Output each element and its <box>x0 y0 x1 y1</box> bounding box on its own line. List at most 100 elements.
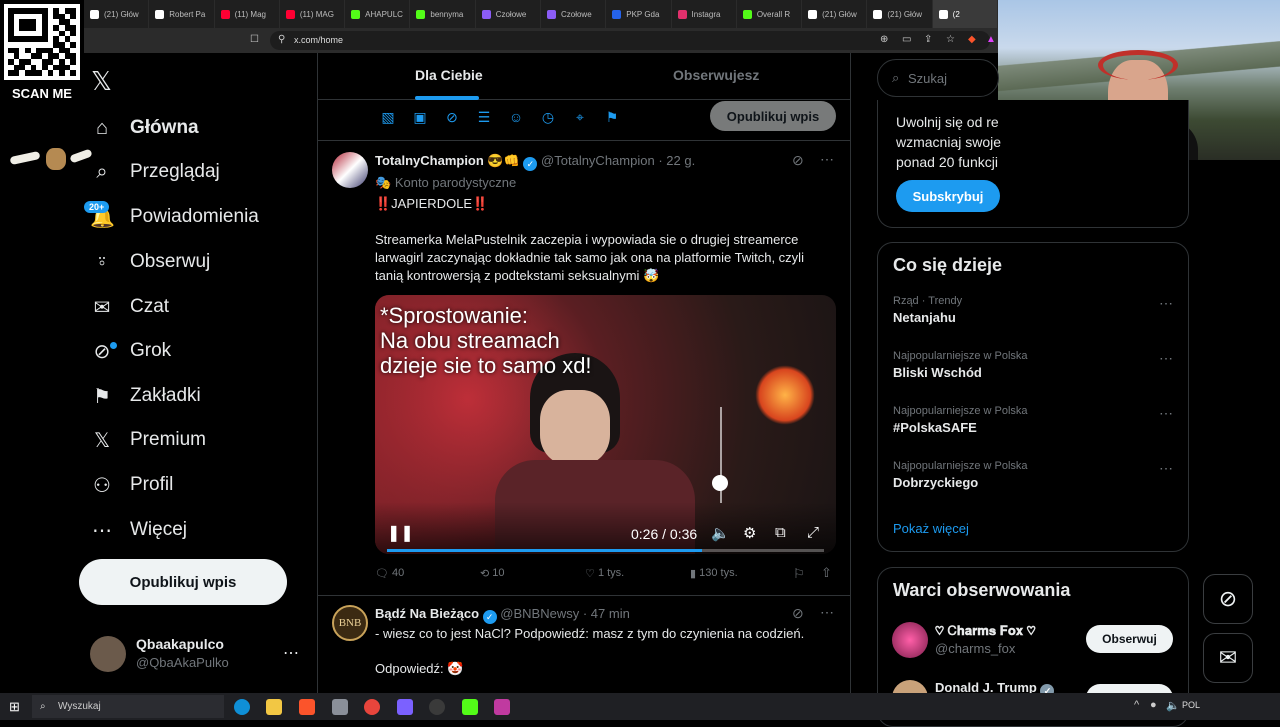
settings-gear-icon[interactable]: ⚙ <box>743 524 756 542</box>
browser-tab[interactable]: Overall R <box>737 0 803 28</box>
post-avatar[interactable] <box>332 152 368 188</box>
tray-volume-icon[interactable]: 🔈 <box>1166 699 1180 712</box>
post-handle[interactable]: @BNBNewsy <box>500 606 579 621</box>
popout-icon[interactable]: ⧉ <box>775 524 786 541</box>
browser-tab[interactable]: (21) Głów <box>867 0 933 28</box>
post-avatar[interactable]: BNB <box>332 605 368 641</box>
follow-name[interactable]: ♡ Ꮯ𝐡𝐚𝐫𝐦𝐬 𝐅𝐨𝐱 ♡ <box>935 623 1036 639</box>
tray-language[interactable]: POL <box>1182 700 1200 710</box>
image-icon[interactable]: ▧ <box>378 109 398 126</box>
nav-item-1[interactable]: ⌂ Główna <box>90 113 199 143</box>
location-icon[interactable]: ⌖ <box>570 109 590 126</box>
volume-icon[interactable]: 🔈 <box>711 524 730 542</box>
compose-publish-button[interactable]: Opublikuj wpis <box>710 101 836 131</box>
app-icon[interactable] <box>429 699 445 715</box>
heart-icon[interactable]: ♡ <box>585 567 595 580</box>
post-time[interactable]: · 22 g. <box>658 153 695 168</box>
repost-action[interactable]: ⟲ 10 <box>480 567 505 580</box>
obs-icon[interactable] <box>397 699 413 715</box>
views-chart-icon[interactable]: ▮ <box>690 567 696 580</box>
edge-icon[interactable] <box>234 699 250 715</box>
brave-rewards-icon[interactable]: ▲ <box>986 34 996 45</box>
post-time[interactable]: · 47 min <box>583 606 630 621</box>
site-info-icon[interactable]: ⚲ <box>278 34 285 45</box>
nav-item-2[interactable]: ⌕ Przeglądaj <box>90 157 219 187</box>
nav-item-5[interactable]: ✉ Czat <box>90 292 169 322</box>
post-author[interactable]: TotalnyChampion 😎👊 <box>375 153 520 168</box>
app-icon[interactable] <box>332 699 348 715</box>
nav-item-9[interactable]: ⚇ Profil <box>90 470 173 500</box>
nav-item-8[interactable]: 𝕏 Premium <box>90 425 206 455</box>
bookmark-icon[interactable]: ⚐ <box>793 566 805 582</box>
video-player[interactable]: *Sprostowanie: Na obu streamach dzieje sie… <box>375 295 836 554</box>
tab-following[interactable]: Obserwujesz <box>673 67 759 83</box>
grok-icon[interactable]: ⊘ <box>442 109 462 126</box>
messages-fab-icon[interactable]: ✉ <box>1203 633 1253 683</box>
nav-item-7[interactable]: ⚑ Zakładki <box>90 381 201 411</box>
tab-for-you[interactable]: Dla Ciebie <box>415 67 483 83</box>
taskbar-search[interactable]: ⌕ Wyszukaj <box>32 695 224 718</box>
chrome-icon[interactable] <box>364 699 380 715</box>
zoom-icon[interactable]: ⊕ <box>880 34 888 45</box>
browser-tab[interactable]: Robert Pa <box>149 0 215 28</box>
nav-item-3[interactable]: 🔔 Powiadomienia <box>90 202 259 232</box>
trend-more-icon[interactable]: ⋯ <box>1159 460 1173 477</box>
brave-shield-icon[interactable]: ◆ <box>968 34 976 45</box>
screen-icon[interactable]: ▭ <box>902 34 911 45</box>
tray-up-icon[interactable]: ^ <box>1134 699 1139 711</box>
tray-mic-icon[interactable]: ● <box>1150 699 1157 711</box>
post-more-icon[interactable]: ⋯ <box>820 151 834 168</box>
fullscreen-icon[interactable]: ⤢ <box>807 524 819 541</box>
brave-icon[interactable] <box>299 699 315 715</box>
grok-explain-icon[interactable]: ⊘ <box>792 152 804 169</box>
browser-tab[interactable]: AHAPULC <box>345 0 411 28</box>
pause-icon[interactable]: ❚❚ <box>387 523 414 543</box>
nav-item-10[interactable]: ⋯ Więcej <box>90 515 187 545</box>
windows-start-icon[interactable]: ⊞ <box>9 699 20 715</box>
kick-icon[interactable] <box>462 699 478 715</box>
views-action[interactable]: ▮ 130 tys. <box>690 567 738 580</box>
show-more-link[interactable]: Pokaż więcej <box>893 521 969 536</box>
post-handle[interactable]: @TotalnyChampion <box>541 153 655 168</box>
file-explorer-icon[interactable] <box>266 699 282 715</box>
schedule-icon[interactable]: ◷ <box>538 109 558 126</box>
star-icon[interactable]: ☆ <box>946 34 955 45</box>
x-logo-icon[interactable]: 𝕏 <box>91 66 112 97</box>
volume-handle[interactable] <box>712 475 728 491</box>
trend-more-icon[interactable]: ⋯ <box>1159 405 1173 422</box>
trend-item[interactable]: Najpopularniejsze w Polska Bliski Wschód ⋯ <box>893 350 1173 380</box>
poll-icon[interactable]: ☰ <box>474 109 494 126</box>
share-icon[interactable]: ⇧ <box>821 565 832 581</box>
flag-icon[interactable]: ⚑ <box>602 109 622 126</box>
video-progress-track[interactable] <box>387 549 824 552</box>
trend-item[interactable]: Najpopularniejsze w Polska Dobrzyckiego ⋯ <box>893 460 1173 490</box>
reply-action[interactable]: 🗨 40 <box>375 567 404 580</box>
share-icon[interactable]: ⇪ <box>924 34 932 45</box>
browser-tab[interactable]: (11) MAG <box>280 0 346 28</box>
browser-tab[interactable]: bennyma <box>410 0 476 28</box>
app-icon[interactable] <box>494 699 510 715</box>
nav-item-4[interactable]: ⍤ Obserwuj <box>90 247 210 277</box>
browser-tab[interactable]: (21) Głów <box>84 0 150 28</box>
search-box[interactable]: ⌕ Szukaj <box>877 59 999 97</box>
like-action[interactable]: ♡ 1 tys. <box>585 567 624 580</box>
browser-tab[interactable]: Czołowe <box>541 0 607 28</box>
bookmark-page-icon[interactable]: ☐ <box>250 34 259 45</box>
nav-item-6[interactable]: ⊘ Grok <box>90 336 172 366</box>
gif-icon[interactable]: ▣ <box>410 109 430 126</box>
repost-icon[interactable]: ⟲ <box>480 567 489 580</box>
grok-explain-icon[interactable]: ⊘ <box>792 605 804 622</box>
account-avatar[interactable] <box>90 636 126 672</box>
browser-tab[interactable]: Instagra <box>672 0 737 28</box>
browser-tab[interactable]: (21) Głów <box>802 0 868 28</box>
trend-item[interactable]: Najpopularniejsze w Polska #PolskaSAFE ⋯ <box>893 405 1173 435</box>
emoji-icon[interactable]: ☺ <box>506 109 526 126</box>
trend-item[interactable]: Rząd · Trendy Netanjahu ⋯ <box>893 295 1173 325</box>
post-more-icon[interactable]: ⋯ <box>820 604 834 621</box>
browser-tab[interactable]: Czołowe <box>476 0 541 28</box>
post-button[interactable]: Opublikuj wpis <box>79 559 287 605</box>
browser-tab[interactable]: (11) Mag <box>215 0 280 28</box>
follow-button[interactable]: Obserwuj <box>1086 625 1173 653</box>
reply-icon[interactable]: 🗨 <box>375 567 389 580</box>
trend-more-icon[interactable]: ⋯ <box>1159 350 1173 367</box>
